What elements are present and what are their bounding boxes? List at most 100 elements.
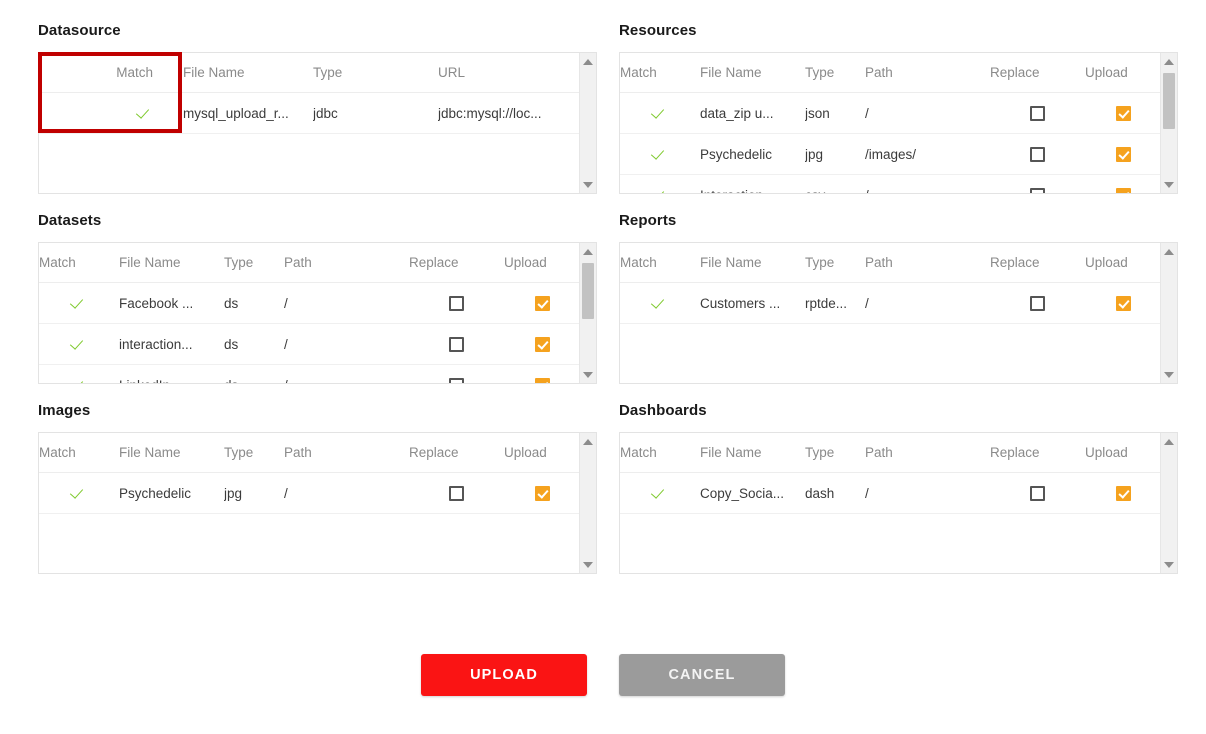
table-row[interactable]: Psychedelic jpg /images/ bbox=[620, 133, 1160, 175]
replace-checkbox[interactable] bbox=[449, 295, 464, 311]
dashboards-scrollbar[interactable] bbox=[1160, 433, 1177, 573]
upload-checkbox[interactable] bbox=[534, 295, 550, 311]
cell-match bbox=[620, 133, 700, 175]
col-header-path[interactable]: Path bbox=[865, 433, 990, 473]
cell-match bbox=[39, 364, 119, 383]
cell-file-name: Customers ... bbox=[700, 282, 805, 324]
cancel-button[interactable]: CANCEL bbox=[619, 654, 785, 696]
col-header-match[interactable]: Match bbox=[620, 243, 700, 283]
scroll-down-arrow-icon[interactable] bbox=[1161, 366, 1177, 383]
col-header-file-name[interactable]: File Name bbox=[700, 433, 805, 473]
datasets-scrollbar[interactable] bbox=[579, 243, 596, 383]
upload-checkbox[interactable] bbox=[1115, 146, 1131, 162]
col-header-upload[interactable]: Upload bbox=[504, 433, 579, 473]
col-header-type[interactable]: Type bbox=[313, 53, 438, 93]
upload-checkbox[interactable] bbox=[1115, 295, 1131, 311]
cell-upload bbox=[1085, 282, 1160, 324]
replace-checkbox[interactable] bbox=[449, 485, 464, 501]
upload-button[interactable]: UPLOAD bbox=[421, 654, 587, 696]
col-header-upload[interactable]: Upload bbox=[1085, 433, 1160, 473]
col-header-upload[interactable]: Upload bbox=[504, 243, 579, 283]
resources-scrollbar[interactable] bbox=[1160, 53, 1177, 193]
replace-checkbox[interactable] bbox=[1030, 105, 1045, 121]
replace-checkbox[interactable] bbox=[449, 377, 464, 383]
scroll-up-arrow-icon[interactable] bbox=[580, 433, 596, 450]
col-header-url[interactable]: URL bbox=[438, 53, 579, 93]
col-header-replace[interactable]: Replace bbox=[990, 243, 1085, 283]
scroll-down-arrow-icon[interactable] bbox=[580, 366, 596, 383]
col-header-file-name[interactable]: File Name bbox=[183, 53, 313, 93]
col-header-path[interactable]: Path bbox=[865, 243, 990, 283]
col-header-path[interactable]: Path bbox=[865, 53, 990, 93]
scroll-up-arrow-icon[interactable] bbox=[580, 243, 596, 260]
replace-checkbox[interactable] bbox=[1030, 485, 1045, 501]
col-header-match[interactable]: Match bbox=[39, 243, 119, 283]
images-scrollbar[interactable] bbox=[579, 433, 596, 573]
cell-path: / bbox=[284, 282, 409, 324]
scroll-up-arrow-icon[interactable] bbox=[580, 53, 596, 70]
scroll-down-arrow-icon[interactable] bbox=[580, 176, 596, 193]
col-header-upload[interactable]: Upload bbox=[1085, 243, 1160, 283]
table-header-row: Match File Name Type Path Replace Upload bbox=[39, 433, 579, 473]
replace-checkbox[interactable] bbox=[449, 336, 464, 352]
table-row[interactable]: Facebook ... ds / bbox=[39, 282, 579, 324]
table-row[interactable]: Copy_Socia... dash / bbox=[620, 472, 1160, 514]
cell-replace bbox=[990, 472, 1085, 514]
table-row[interactable]: Customers ... rptde... / bbox=[620, 282, 1160, 324]
upload-checkbox[interactable] bbox=[534, 377, 550, 383]
col-header-match[interactable]: Match bbox=[39, 53, 183, 93]
col-header-path[interactable]: Path bbox=[284, 433, 409, 473]
col-header-match[interactable]: Match bbox=[39, 433, 119, 473]
scroll-down-arrow-icon[interactable] bbox=[1161, 556, 1177, 573]
col-header-type[interactable]: Type bbox=[224, 243, 284, 283]
col-header-type[interactable]: Type bbox=[805, 433, 865, 473]
col-header-type[interactable]: Type bbox=[224, 433, 284, 473]
col-header-file-name[interactable]: File Name bbox=[119, 433, 224, 473]
table-row[interactable]: Psychedelic jpg / bbox=[39, 472, 579, 514]
datasource-grid: Match File Name Type URL mysql_upload_r.… bbox=[39, 53, 579, 134]
upload-checkbox[interactable] bbox=[534, 485, 550, 501]
scroll-up-arrow-icon[interactable] bbox=[1161, 53, 1177, 70]
upload-checkbox[interactable] bbox=[534, 336, 550, 352]
table-row[interactable]: interaction... ds / bbox=[39, 323, 579, 365]
upload-checkbox[interactable] bbox=[1115, 485, 1131, 501]
replace-checkbox[interactable] bbox=[1030, 295, 1045, 311]
col-header-file-name[interactable]: File Name bbox=[700, 243, 805, 283]
upload-checkbox[interactable] bbox=[1115, 187, 1131, 193]
cell-match bbox=[39, 282, 119, 324]
cell-path: /images/ bbox=[865, 133, 990, 175]
replace-checkbox[interactable] bbox=[1030, 187, 1045, 193]
table-row[interactable]: LinkedIn ds / bbox=[39, 364, 579, 383]
match-check-icon bbox=[652, 146, 668, 162]
col-header-path[interactable]: Path bbox=[284, 243, 409, 283]
upload-checkbox[interactable] bbox=[1115, 105, 1131, 121]
table-row[interactable]: Interaction... csv / bbox=[620, 174, 1160, 193]
reports-scrollbar[interactable] bbox=[1160, 243, 1177, 383]
scroll-down-arrow-icon[interactable] bbox=[580, 556, 596, 573]
cell-file-name: Copy_Socia... bbox=[700, 472, 805, 514]
col-header-file-name[interactable]: File Name bbox=[700, 53, 805, 93]
cell-path: / bbox=[865, 472, 990, 514]
scroll-up-arrow-icon[interactable] bbox=[1161, 433, 1177, 450]
col-header-type[interactable]: Type bbox=[805, 243, 865, 283]
datasource-scrollbar[interactable] bbox=[579, 53, 596, 193]
scroll-up-arrow-icon[interactable] bbox=[1161, 243, 1177, 260]
col-header-replace[interactable]: Replace bbox=[990, 53, 1085, 93]
col-header-replace[interactable]: Replace bbox=[990, 433, 1085, 473]
scroll-down-arrow-icon[interactable] bbox=[1161, 176, 1177, 193]
col-header-upload[interactable]: Upload bbox=[1085, 53, 1160, 93]
scroll-thumb[interactable] bbox=[582, 263, 594, 319]
images-grid: Match File Name Type Path Replace Upload bbox=[39, 433, 579, 514]
table-row[interactable]: data_zip u... json / bbox=[620, 92, 1160, 134]
col-header-file-name[interactable]: File Name bbox=[119, 243, 224, 283]
datasets-rows: Facebook ... ds / interaction... ds / bbox=[39, 282, 579, 383]
table-row[interactable]: mysql_upload_r... jdbc jdbc:mysql://loc.… bbox=[39, 92, 579, 134]
col-header-replace[interactable]: Replace bbox=[409, 433, 504, 473]
col-header-type[interactable]: Type bbox=[805, 53, 865, 93]
replace-checkbox[interactable] bbox=[1030, 146, 1045, 162]
resources-table: Match File Name Type Path Replace Upload bbox=[619, 52, 1178, 194]
col-header-replace[interactable]: Replace bbox=[409, 243, 504, 283]
scroll-thumb[interactable] bbox=[1163, 73, 1175, 129]
col-header-match[interactable]: Match bbox=[620, 433, 700, 473]
col-header-match[interactable]: Match bbox=[620, 53, 700, 93]
